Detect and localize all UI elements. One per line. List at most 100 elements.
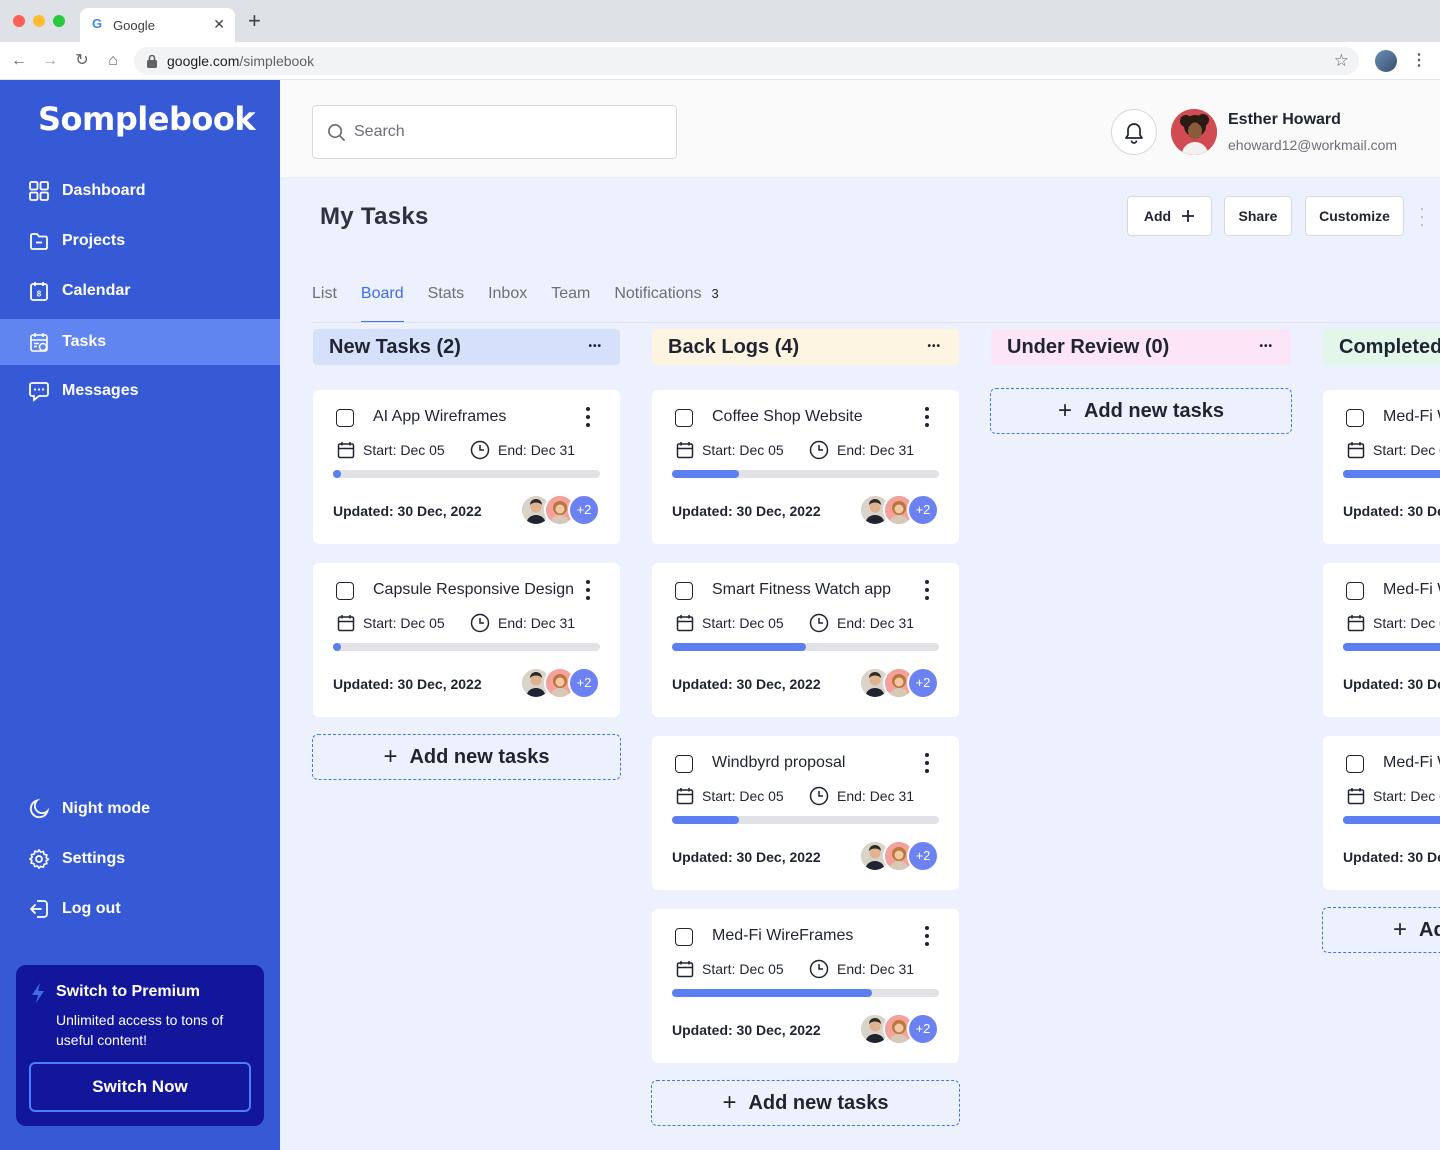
sidebar-item-tasks[interactable]: Tasks: [0, 319, 280, 365]
reload-icon[interactable]: ↻: [71, 50, 93, 72]
task-updated-date: Updated: 30 De: [1343, 676, 1440, 692]
clock-icon: [809, 959, 829, 979]
sidebar-item-messages[interactable]: Messages: [0, 368, 280, 414]
task-checkbox[interactable]: [336, 409, 354, 427]
task-card[interactable]: AI App Wireframes Start: Dec 05 End: Dec 3…: [313, 390, 620, 544]
task-end-date: End: Dec 31: [837, 615, 915, 631]
task-checkbox[interactable]: [336, 582, 354, 600]
task-progress-fill: [672, 470, 739, 478]
tab-inbox[interactable]: Inbox: [488, 285, 527, 323]
task-card[interactable]: Med-Fi WireFrames Start: Dec 05 End: Dec 3…: [652, 909, 959, 1063]
more-assignees-badge[interactable]: +2: [568, 667, 600, 699]
task-progress-fill: [1343, 816, 1440, 824]
card-menu-icon[interactable]: [925, 407, 929, 427]
task-checkbox[interactable]: [1346, 582, 1364, 600]
calendar-icon: [337, 442, 355, 459]
card-menu-icon[interactable]: [925, 580, 929, 600]
tab-notifications[interactable]: Notifications 3: [614, 285, 718, 323]
more-assignees-badge[interactable]: +2: [907, 1013, 939, 1045]
close-tab-icon[interactable]: ✕: [213, 16, 225, 33]
add-new-tasks-button[interactable]: + Add new tasks: [990, 388, 1292, 434]
address-bar[interactable]: google.com/simplebook ☆: [134, 47, 1359, 75]
column-menu-icon[interactable]: •••: [927, 341, 941, 352]
task-start-date: Start: Dec 05: [363, 442, 445, 458]
add-button[interactable]: Add: [1127, 196, 1212, 236]
new-tab-icon[interactable]: +: [248, 10, 261, 32]
card-menu-icon[interactable]: [925, 926, 929, 946]
more-options-icon[interactable]: · · ·: [1415, 199, 1429, 233]
forward-icon[interactable]: →: [39, 50, 61, 72]
card-menu-icon[interactable]: [586, 407, 590, 427]
task-end-date: End: Dec 31: [837, 961, 915, 977]
task-card[interactable]: Smart Fitness Watch app Start: Dec 05 End:…: [652, 563, 959, 717]
sidebar-item-night-mode[interactable]: Night mode: [0, 786, 280, 832]
add-new-tasks-button[interactable]: + Add new tasks: [312, 734, 621, 780]
bookmark-star-icon[interactable]: ☆: [1334, 51, 1349, 71]
more-assignees-badge[interactable]: +2: [907, 494, 939, 526]
plus-icon: +: [1057, 397, 1072, 424]
task-end-date: End: Dec 31: [837, 788, 915, 804]
user-name: Esther Howard: [1228, 111, 1341, 128]
search-box[interactable]: [312, 105, 677, 159]
search-input[interactable]: [354, 120, 654, 144]
calendar-icon: 8: [30, 282, 48, 301]
maximize-window-button[interactable]: [53, 15, 65, 27]
task-card[interactable]: Capsule Responsive Design Start: Dec 05 En…: [313, 563, 620, 717]
clock-icon: [809, 440, 829, 460]
task-title: Med-Fi W: [1383, 754, 1440, 771]
column-header: Back Logs (4) •••: [652, 329, 959, 365]
tab-list[interactable]: List: [312, 285, 337, 323]
task-card[interactable]: Med-Fi W Start: Dec 05 Updated: 30 De: [1323, 563, 1440, 717]
user-avatar[interactable]: [1171, 109, 1217, 155]
task-end-date: End: Dec 31: [837, 442, 915, 458]
task-checkbox[interactable]: [675, 928, 693, 946]
task-checkbox[interactable]: [675, 755, 693, 773]
column-menu-icon[interactable]: •••: [1259, 341, 1273, 352]
sidebar-item-label: Log out: [62, 900, 121, 917]
column-header: Under Review (0) •••: [991, 329, 1291, 365]
task-progress-bar: [672, 643, 939, 651]
browser-tab[interactable]: G Google ✕: [80, 8, 235, 42]
card-menu-icon[interactable]: [586, 580, 590, 600]
tab-board[interactable]: Board: [360, 285, 404, 323]
more-assignees-badge[interactable]: +2: [907, 840, 939, 872]
tab-team[interactable]: Team: [551, 285, 590, 323]
task-checkbox[interactable]: [1346, 755, 1364, 773]
card-menu-icon[interactable]: [925, 753, 929, 773]
back-icon[interactable]: ←: [8, 50, 30, 72]
close-window-button[interactable]: [13, 15, 25, 27]
more-assignees-badge[interactable]: +2: [907, 667, 939, 699]
task-title: Capsule Responsive Design: [373, 581, 574, 598]
sidebar-item-settings[interactable]: Settings: [0, 836, 280, 882]
sidebar-item-dashboard[interactable]: Dashboard: [0, 168, 280, 214]
browser-profile-avatar[interactable]: [1375, 50, 1397, 72]
sidebar-item-logout[interactable]: Log out: [0, 886, 280, 932]
task-card[interactable]: Med-Fi W Start: Dec 05 Updated: 30 De: [1323, 390, 1440, 544]
home-icon[interactable]: ⌂: [102, 50, 124, 72]
add-new-tasks-button[interactable]: + Add new tasks: [1322, 907, 1440, 953]
clock-icon: [809, 786, 829, 806]
tab-stats[interactable]: Stats: [428, 285, 464, 323]
task-card[interactable]: Coffee Shop Website Start: Dec 05 End: Dec…: [652, 390, 959, 544]
task-checkbox[interactable]: [675, 582, 693, 600]
sidebar-item-calendar[interactable]: 8 Calendar: [0, 268, 280, 314]
more-assignees-badge[interactable]: +2: [568, 494, 600, 526]
sidebar-item-projects[interactable]: Projects: [0, 218, 280, 264]
customize-button[interactable]: Customize: [1305, 196, 1404, 236]
task-checkbox[interactable]: [1346, 409, 1364, 427]
add-button-label: Add: [1143, 208, 1172, 224]
task-start-date: Start: Dec 05: [1373, 615, 1440, 631]
task-card[interactable]: Windbyrd proposal Start: Dec 05 End: Dec 3…: [652, 736, 959, 890]
add-new-tasks-button[interactable]: + Add new tasks: [651, 1080, 960, 1126]
switch-now-button[interactable]: Switch Now: [29, 1062, 251, 1112]
task-card[interactable]: Med-Fi W Start: Dec 05 Updated: 30 De: [1323, 736, 1440, 890]
app-logo[interactable]: Sοmplebook: [38, 100, 256, 138]
task-progress-fill: [672, 643, 806, 651]
task-checkbox[interactable]: [675, 409, 693, 427]
minimize-window-button[interactable]: [33, 15, 45, 27]
browser-menu-icon[interactable]: ⋮: [1411, 50, 1427, 72]
notifications-button[interactable]: [1111, 109, 1157, 155]
column-menu-icon[interactable]: •••: [588, 341, 602, 352]
share-button[interactable]: Share: [1224, 196, 1292, 236]
gear-icon: [29, 849, 50, 869]
